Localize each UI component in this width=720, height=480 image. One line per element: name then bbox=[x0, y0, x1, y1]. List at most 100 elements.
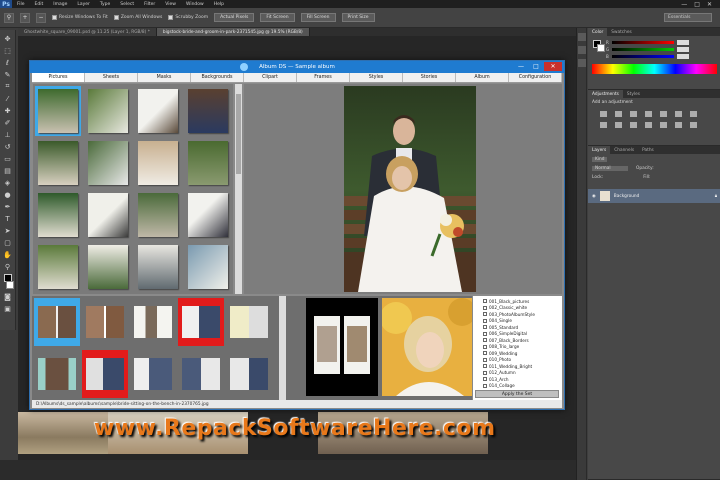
tab-styles[interactable]: Styles bbox=[623, 90, 644, 98]
layout-thumbnail-selected[interactable] bbox=[178, 298, 224, 346]
move-tool-icon[interactable]: ✥ bbox=[2, 34, 13, 43]
window-minimize-icon[interactable]: — bbox=[514, 62, 528, 71]
grid-scrollbar[interactable] bbox=[235, 84, 242, 294]
crop-tool-icon[interactable]: ⌗ bbox=[2, 82, 13, 91]
menu-type[interactable]: Type bbox=[95, 2, 115, 7]
shape-tool-icon[interactable]: ▢ bbox=[2, 238, 13, 247]
zoom-out-icon[interactable]: − bbox=[36, 12, 46, 23]
thumbnail[interactable] bbox=[35, 190, 81, 240]
thumbnail[interactable] bbox=[35, 242, 81, 292]
color-spectrum[interactable] bbox=[592, 64, 717, 74]
thumbnail[interactable] bbox=[85, 138, 131, 188]
tab-backgrounds[interactable]: Backgrounds bbox=[191, 73, 244, 82]
quick-select-icon[interactable]: ✎ bbox=[2, 70, 13, 79]
red-value[interactable] bbox=[676, 40, 689, 45]
bg-color-chip[interactable] bbox=[597, 44, 605, 52]
close-icon[interactable]: ✕ bbox=[707, 1, 712, 8]
thumbnail[interactable] bbox=[185, 138, 231, 188]
tab-pictures[interactable]: Pictures bbox=[32, 73, 85, 82]
layout-thumbnail-selected[interactable] bbox=[82, 350, 128, 398]
tab-configuration[interactable]: Configuration bbox=[509, 73, 562, 82]
actual-pixels-button[interactable]: Actual Pixels bbox=[214, 13, 255, 22]
history-panel-icon[interactable] bbox=[578, 33, 586, 41]
levels-icon[interactable] bbox=[615, 111, 622, 117]
red-slider[interactable] bbox=[611, 41, 674, 44]
marquee-tool-icon[interactable]: ⬚ bbox=[2, 46, 13, 55]
thumbnail[interactable] bbox=[85, 190, 131, 240]
exposure-icon[interactable] bbox=[645, 111, 652, 117]
spread-preview[interactable] bbox=[306, 298, 378, 396]
photo-filter-icon[interactable] bbox=[615, 122, 622, 128]
layouts-scrollbar[interactable] bbox=[279, 296, 286, 400]
brush-tool-icon[interactable]: ✐ bbox=[2, 118, 13, 127]
pen-tool-icon[interactable]: ✒ bbox=[2, 202, 13, 211]
layout-thumbnail[interactable] bbox=[82, 298, 128, 346]
history-brush-icon[interactable]: ↺ bbox=[2, 142, 13, 151]
eraser-icon[interactable]: ▭ bbox=[2, 154, 13, 163]
tab-paths[interactable]: Paths bbox=[638, 146, 658, 154]
menu-select[interactable]: Select bbox=[115, 2, 139, 7]
fill-screen-button[interactable]: Fill Screen bbox=[300, 13, 336, 22]
tab-styles[interactable]: Styles bbox=[350, 73, 403, 82]
lasso-tool-icon[interactable]: ℓ bbox=[2, 58, 13, 67]
fit-screen-button[interactable]: Fit Screen bbox=[260, 13, 295, 22]
layout-thumbnail[interactable] bbox=[226, 298, 272, 346]
background-color-swatch[interactable] bbox=[5, 281, 14, 289]
scrubby-zoom-checkbox[interactable]: Scrubby Zoom bbox=[168, 15, 208, 20]
apply-set-button[interactable]: Apply the Set bbox=[475, 390, 559, 398]
tab-album[interactable]: Album bbox=[456, 73, 509, 82]
menu-layer[interactable]: Layer bbox=[72, 2, 95, 7]
tab-frames[interactable]: Frames bbox=[297, 73, 350, 82]
layout-thumbnail[interactable] bbox=[178, 350, 224, 398]
layer-background[interactable]: ◉ Background 🔒︎ bbox=[588, 189, 720, 203]
hand-tool-icon[interactable]: ✋ bbox=[2, 250, 13, 259]
menu-filter[interactable]: Filter bbox=[139, 2, 160, 7]
brightness-icon[interactable] bbox=[600, 111, 607, 117]
dodge-tool-icon[interactable]: ● bbox=[2, 190, 13, 199]
blend-mode-select[interactable]: Normal bbox=[592, 166, 628, 171]
print-size-button[interactable]: Print Size bbox=[341, 13, 375, 22]
thumbnail[interactable] bbox=[85, 86, 131, 136]
green-slider[interactable] bbox=[612, 48, 675, 51]
tab-layers[interactable]: Layers bbox=[588, 146, 611, 154]
doc-tab-psd[interactable]: Ghostwhite_square_09001.psd @ 11.25 (Lay… bbox=[18, 28, 157, 36]
channel-mixer-icon[interactable] bbox=[630, 122, 637, 128]
tab-color[interactable]: Color bbox=[588, 28, 608, 36]
color-balance-icon[interactable] bbox=[690, 111, 697, 117]
minimize-icon[interactable]: — bbox=[681, 1, 687, 8]
zoom-tool-icon[interactable]: ⚲ bbox=[4, 12, 14, 23]
wedding-photo[interactable] bbox=[344, 86, 476, 292]
quick-mask-icon[interactable]: ◙ bbox=[2, 292, 13, 301]
zoom-in-icon[interactable]: + bbox=[20, 12, 30, 23]
screen-mode-icon[interactable]: ▣ bbox=[2, 304, 13, 313]
thumbnail[interactable] bbox=[35, 138, 81, 188]
layout-thumbnail[interactable] bbox=[34, 298, 80, 346]
menu-file[interactable]: File bbox=[12, 2, 30, 7]
thumbnail[interactable] bbox=[135, 86, 181, 136]
tab-adjustments[interactable]: Adjustments bbox=[588, 90, 623, 98]
maximize-icon[interactable]: □ bbox=[694, 1, 700, 8]
blue-value[interactable] bbox=[676, 54, 689, 59]
threshold-icon[interactable] bbox=[690, 122, 697, 128]
hue-sat-icon[interactable] bbox=[675, 111, 682, 117]
layout-thumbnail[interactable] bbox=[226, 350, 272, 398]
type-tool-icon[interactable]: T bbox=[2, 214, 13, 223]
invert-icon[interactable] bbox=[660, 122, 667, 128]
blue-slider[interactable] bbox=[611, 55, 674, 58]
thumbnail[interactable] bbox=[185, 242, 231, 292]
thumbnail[interactable] bbox=[135, 190, 181, 240]
menu-image[interactable]: Image bbox=[48, 2, 72, 7]
eye-icon[interactable]: ◉ bbox=[592, 194, 596, 199]
posterize-icon[interactable] bbox=[675, 122, 682, 128]
black-white-icon[interactable] bbox=[600, 122, 607, 128]
window-close-icon[interactable]: ✕ bbox=[544, 62, 562, 71]
menu-help[interactable]: Help bbox=[209, 2, 229, 7]
layout-thumbnail[interactable] bbox=[34, 350, 80, 398]
color-lookup-icon[interactable] bbox=[645, 122, 652, 128]
window-maximize-icon[interactable]: □ bbox=[529, 62, 543, 71]
style-item[interactable]: 014_Collage bbox=[473, 383, 562, 390]
menu-edit[interactable]: Edit bbox=[30, 2, 49, 7]
green-value[interactable] bbox=[677, 47, 690, 52]
curves-icon[interactable] bbox=[630, 111, 637, 117]
menu-window[interactable]: Window bbox=[181, 2, 209, 7]
